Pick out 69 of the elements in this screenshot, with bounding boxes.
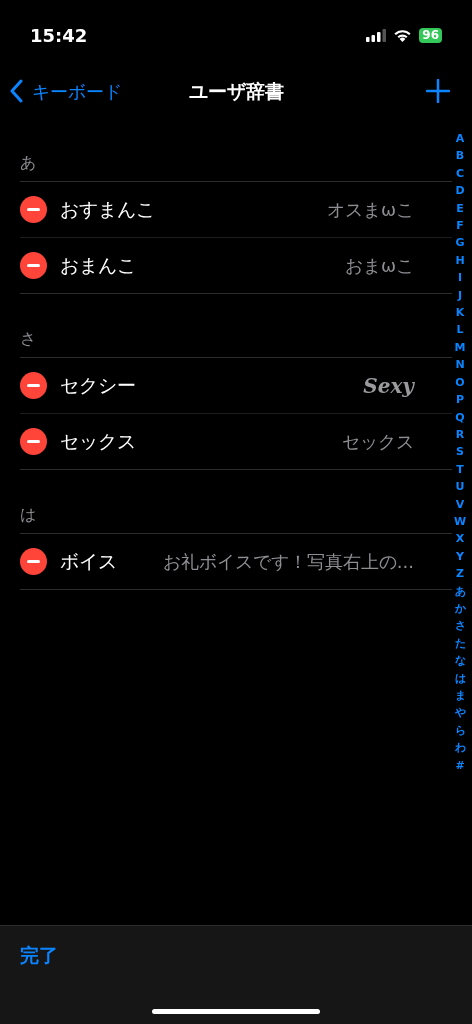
- index-letter[interactable]: K: [455, 304, 465, 322]
- index-letter[interactable]: O: [455, 373, 465, 392]
- plus-icon: [426, 79, 450, 103]
- index-letter[interactable]: #: [455, 756, 465, 775]
- section-header: あ: [20, 152, 36, 174]
- nav-title: ユーザ辞書: [188, 78, 284, 104]
- reading-text: Sexy: [363, 372, 414, 400]
- index-letter[interactable]: V: [455, 495, 465, 513]
- word-text: おすまんこ: [60, 197, 155, 223]
- delete-button[interactable]: [20, 372, 47, 399]
- minus-icon: [27, 384, 40, 387]
- index-letter[interactable]: A: [455, 130, 465, 148]
- index-letter[interactable]: D: [455, 182, 465, 200]
- index-letter[interactable]: さ: [454, 617, 466, 635]
- index-letter[interactable]: た: [454, 634, 466, 653]
- index-letter[interactable]: H: [455, 251, 465, 270]
- index-letter[interactable]: や: [454, 704, 466, 722]
- index-letter[interactable]: R: [455, 425, 465, 444]
- word-text: セックス: [60, 429, 136, 455]
- delete-button[interactable]: [20, 428, 47, 455]
- minus-icon: [27, 264, 40, 267]
- index-letter[interactable]: I: [457, 269, 463, 287]
- index-letter[interactable]: M: [454, 338, 466, 357]
- index-letter[interactable]: か: [454, 599, 466, 618]
- battery-indicator: 96: [419, 27, 442, 43]
- index-letter[interactable]: U: [455, 478, 465, 496]
- index-letter[interactable]: ま: [454, 687, 466, 705]
- delete-button[interactable]: [20, 548, 47, 575]
- done-button[interactable]: 完了: [20, 941, 58, 970]
- index-letter[interactable]: S: [456, 443, 464, 461]
- index-letter[interactable]: は: [454, 669, 466, 687]
- word-text: セクシー: [60, 373, 136, 399]
- index-letter[interactable]: L: [456, 321, 464, 339]
- delete-button[interactable]: [20, 196, 47, 223]
- index-letter[interactable]: N: [455, 356, 465, 374]
- index-letter[interactable]: X: [455, 530, 465, 548]
- index-letter[interactable]: Y: [456, 547, 464, 566]
- minus-icon: [27, 440, 40, 443]
- index-letter[interactable]: Q: [455, 408, 465, 426]
- minus-icon: [27, 560, 40, 563]
- index-letter[interactable]: P: [455, 391, 465, 409]
- index-letter[interactable]: G: [455, 234, 465, 252]
- index-letter[interactable]: わ: [454, 739, 466, 757]
- index-letter[interactable]: B: [455, 147, 465, 165]
- index-letter[interactable]: ら: [454, 721, 466, 740]
- reading-text: オスまωこ: [326, 198, 414, 222]
- minus-icon: [27, 208, 40, 211]
- index-letter[interactable]: な: [454, 652, 466, 670]
- reading-text: おまωこ: [344, 254, 414, 278]
- index-letter[interactable]: T: [456, 460, 464, 479]
- section-header: さ: [20, 328, 36, 350]
- status-time: 15:42: [30, 23, 88, 48]
- reading-text: セックス: [342, 430, 414, 454]
- signal-icon: [366, 28, 387, 42]
- index-letter[interactable]: F: [456, 217, 464, 235]
- index-letter[interactable]: Z: [456, 565, 464, 583]
- index-letter[interactable]: C: [455, 164, 465, 183]
- word-text: ボイス: [60, 549, 117, 575]
- index-letter[interactable]: W: [453, 512, 467, 531]
- delete-button[interactable]: [20, 252, 47, 279]
- chevron-left-icon: [10, 79, 24, 103]
- word-text: おまんこ: [60, 253, 136, 279]
- wifi-icon: [393, 28, 413, 42]
- back-button[interactable]: キーボード: [10, 77, 122, 105]
- reading-text: お礼ボイスです！写真右上の...: [162, 550, 414, 574]
- index-letter[interactable]: E: [456, 199, 464, 218]
- index-letter[interactable]: J: [457, 286, 463, 305]
- index-letter[interactable]: あ: [454, 582, 466, 600]
- section-header: は: [20, 504, 36, 526]
